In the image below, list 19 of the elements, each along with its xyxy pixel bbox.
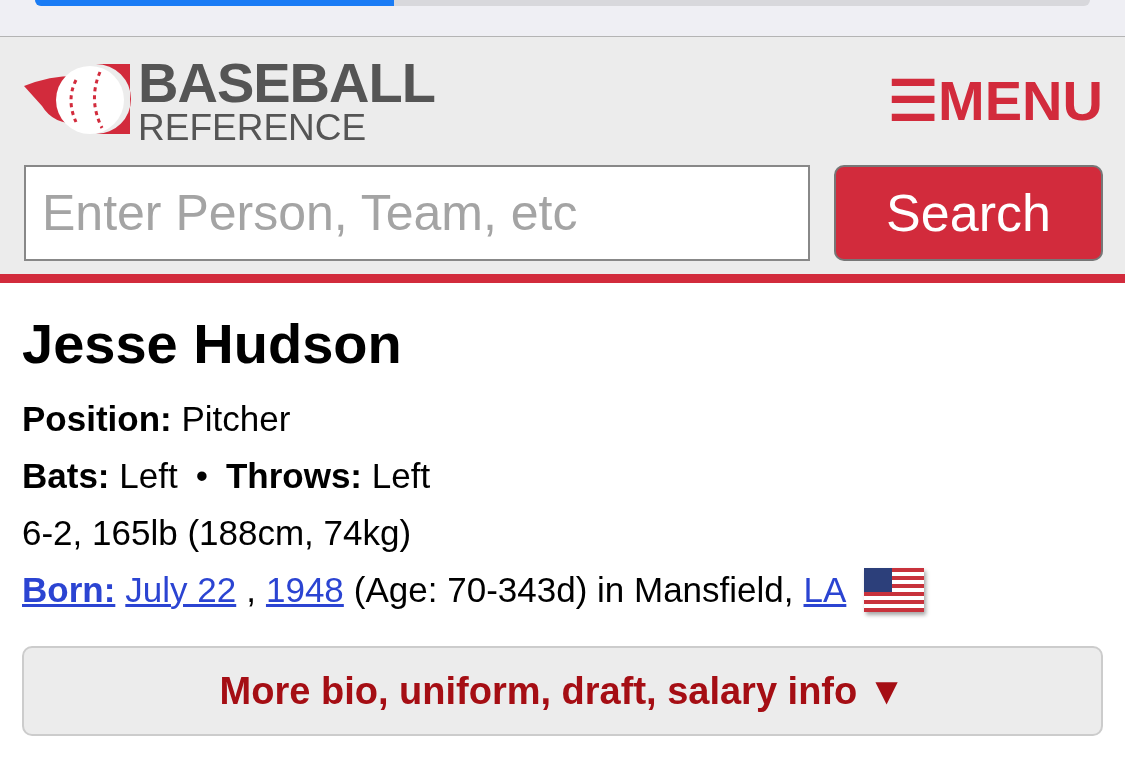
birth-info-text: (Age: 70-343d) in Mansfield,	[353, 569, 794, 610]
position-text: Position: Pitcher	[22, 398, 291, 439]
height-weight-text: 6-2, 165lb (188cm, 74kg)	[22, 512, 412, 553]
logo-subtitle[interactable]: REFERENCE	[138, 108, 435, 146]
flag-icon	[864, 567, 925, 612]
born-link[interactable]: Born:	[22, 569, 116, 610]
bats-text: Bats: Left	[22, 455, 178, 496]
comma-text: ,	[246, 569, 256, 610]
separator-dot: •	[194, 455, 209, 496]
state-link[interactable]: LA	[803, 569, 847, 610]
player-name: Jesse Hudson	[22, 311, 403, 376]
logo-title[interactable]: BASEBALL	[138, 54, 435, 111]
more-info-button[interactable]: More bio, uniform, draft, salary info ▼	[22, 646, 1103, 736]
menu-button[interactable]: ☰MENU	[888, 67, 1103, 133]
throws-text: Throws: Left	[225, 455, 431, 496]
search-field[interactable]: Enter Person, Team, etc	[24, 165, 810, 261]
search-button[interactable]: Search	[834, 165, 1103, 261]
year-link[interactable]: 1948	[265, 569, 344, 610]
date-link[interactable]: July 22	[125, 569, 237, 610]
